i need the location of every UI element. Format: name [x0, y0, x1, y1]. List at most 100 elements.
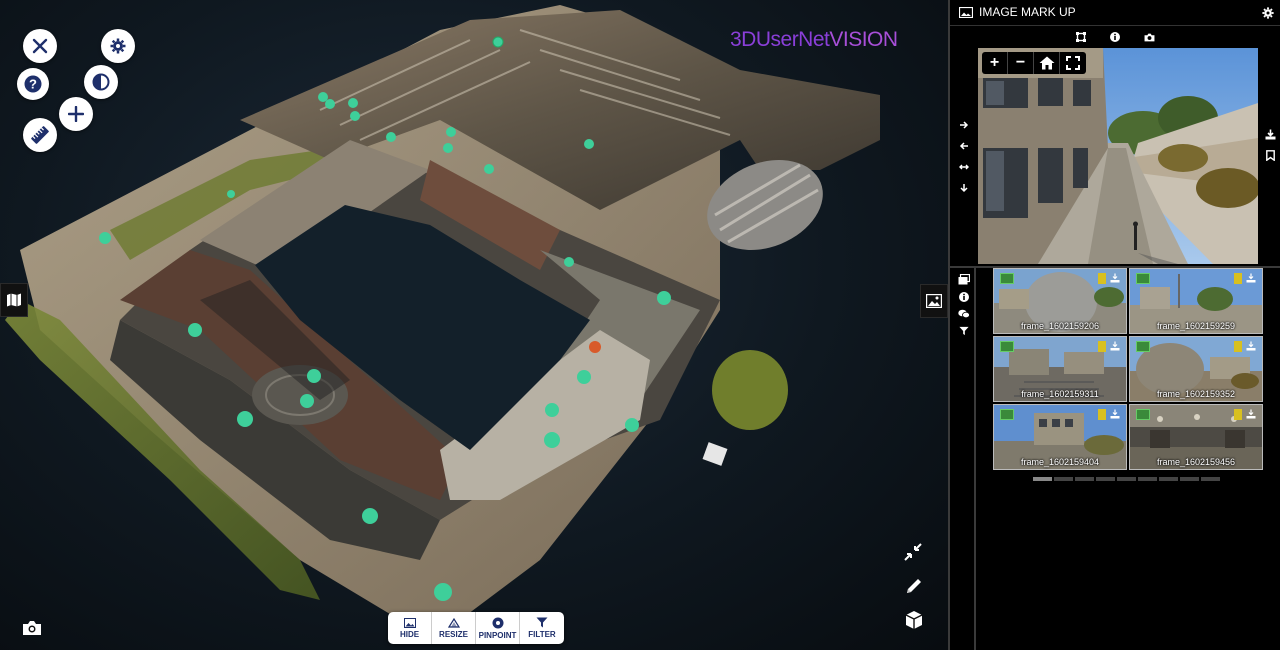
thumbnail-card[interactable]: frame_1602159404: [993, 404, 1127, 470]
horizontal-arrows-button[interactable]: [956, 156, 972, 177]
edit-tool-button[interactable]: [901, 573, 927, 599]
page-indicator[interactable]: [1033, 477, 1052, 481]
street-photo: [978, 48, 1258, 264]
collapse-tool-button[interactable]: [900, 539, 926, 565]
images-stack-icon: [958, 274, 970, 285]
viewer-zoom-controls: + −: [982, 52, 1086, 74]
contrast-button[interactable]: [84, 65, 118, 99]
thumbnail-card[interactable]: frame_1602159311: [993, 336, 1127, 402]
page-indicator[interactable]: [1096, 477, 1115, 481]
markup-badge: [1136, 273, 1150, 284]
download-icon: [1110, 409, 1120, 419]
prev-arrow-button[interactable]: [956, 135, 972, 156]
markup-badge: [1136, 409, 1150, 420]
viewer-action-icons: [1262, 124, 1278, 166]
arrow-left-icon: [959, 141, 968, 150]
thumbnail-card[interactable]: frame_1602159259: [1129, 268, 1263, 334]
info-icon: [959, 291, 969, 302]
markup-badge: [1000, 273, 1014, 284]
pinpoint-icon: [492, 617, 503, 628]
camera-icon: [23, 621, 41, 635]
bookmark-badge: [1098, 409, 1106, 420]
zoom-in-button[interactable]: +: [982, 52, 1008, 74]
help-button[interactable]: ?: [17, 68, 49, 100]
app-window: 3DUserNetVISION ? HIDE RESIZE PINPOINT F…: [0, 0, 1280, 650]
thumbnail-label: frame_1602159206: [1020, 321, 1100, 331]
info-icon: [1110, 32, 1120, 42]
page-indicator[interactable]: [1117, 477, 1136, 481]
tree-canopy-right: [712, 350, 788, 430]
thumbnail-card[interactable]: frame_1602159456: [1129, 404, 1263, 470]
plus-icon: [68, 106, 84, 122]
gallery-images-button[interactable]: [956, 271, 972, 288]
download-icon: [1246, 409, 1256, 419]
gallery-side-icons: [956, 271, 972, 339]
download-icon: [1110, 341, 1120, 351]
brand-logo: 3DUserNetVISION: [730, 28, 898, 52]
image-viewer[interactable]: + −: [978, 48, 1258, 264]
ruler-icon: [31, 126, 49, 144]
arrow-right-icon: [960, 120, 969, 129]
next-arrow-button[interactable]: [956, 114, 972, 135]
hide-button[interactable]: HIDE: [388, 612, 432, 644]
tab-info[interactable]: [1107, 28, 1123, 46]
download-button[interactable]: [1262, 124, 1278, 145]
gallery-info-button[interactable]: [956, 288, 972, 305]
logo-part-1: 3DUserNet: [730, 28, 830, 51]
home-icon: [1039, 56, 1054, 70]
header-divider: [950, 25, 1280, 26]
measure-button[interactable]: [23, 118, 57, 152]
tab-crop[interactable]: [1073, 28, 1089, 46]
svg-text:?: ?: [29, 77, 37, 92]
gear-icon: [110, 38, 126, 54]
page-indicator[interactable]: [1159, 477, 1178, 481]
markup-badge: [1136, 341, 1150, 352]
map-icon: [7, 293, 21, 307]
resize-button[interactable]: RESIZE: [432, 612, 476, 644]
thumbnail-label: frame_1602159456: [1156, 457, 1236, 467]
gallery-sidebar-divider: [974, 268, 976, 650]
image-markup-panel: IMAGE MARK UP + − frame_1602159206 frame…: [948, 0, 1280, 650]
download-icon: [1246, 273, 1256, 283]
markup-badge: [1000, 409, 1014, 420]
page-indicator[interactable]: [1138, 477, 1157, 481]
fullscreen-icon: [1066, 56, 1080, 70]
bookmark-badge: [1234, 341, 1242, 352]
pinpoint-label: PINPOINT: [478, 630, 517, 640]
map-toggle-button[interactable]: [0, 283, 28, 317]
page-indicator[interactable]: [1054, 477, 1073, 481]
add-button[interactable]: [59, 97, 93, 131]
page-indicator[interactable]: [1075, 477, 1094, 481]
pinpoint-button[interactable]: PINPOINT: [476, 612, 520, 644]
settings-button[interactable]: [101, 29, 135, 63]
bookmark-badge: [1234, 409, 1242, 420]
image-panel-toggle-button[interactable]: [920, 284, 948, 318]
tab-camera[interactable]: [1141, 28, 1157, 46]
panel-settings-button[interactable]: [1262, 6, 1274, 24]
thumbnail-card[interactable]: frame_1602159206: [993, 268, 1127, 334]
3d-box-tool-button[interactable]: [901, 607, 927, 633]
fullscreen-button[interactable]: [1060, 52, 1086, 74]
point-cloud-viewport[interactable]: 3DUserNetVISION ? HIDE RESIZE PINPOINT F…: [0, 0, 948, 650]
down-arrow-button[interactable]: [956, 177, 972, 198]
bookmark-button[interactable]: [1262, 145, 1278, 166]
gallery-comments-button[interactable]: [956, 305, 972, 322]
bookmark-icon: [1265, 150, 1275, 161]
close-button[interactable]: [23, 29, 57, 63]
image-tools-toolbar: HIDE RESIZE PINPOINT FILTER: [388, 612, 564, 644]
thumbnail-label: frame_1602159311: [1021, 389, 1099, 399]
gallery-filter-button[interactable]: [956, 322, 972, 339]
zoom-out-button[interactable]: −: [1008, 52, 1034, 74]
home-button[interactable]: [1034, 52, 1060, 74]
page-indicator[interactable]: [1201, 477, 1220, 481]
bookmark-badge: [1098, 273, 1106, 284]
download-icon: [1110, 273, 1120, 283]
image-icon: [926, 294, 942, 308]
compress-arrows-icon: [904, 543, 922, 561]
page-indicator[interactable]: [1180, 477, 1199, 481]
screenshot-button[interactable]: [19, 615, 45, 641]
point-cloud-render[interactable]: [0, 0, 948, 650]
thumbnail-card[interactable]: frame_1602159352: [1129, 336, 1263, 402]
camera-icon: [1144, 33, 1154, 41]
filter-button[interactable]: FILTER: [520, 612, 564, 644]
